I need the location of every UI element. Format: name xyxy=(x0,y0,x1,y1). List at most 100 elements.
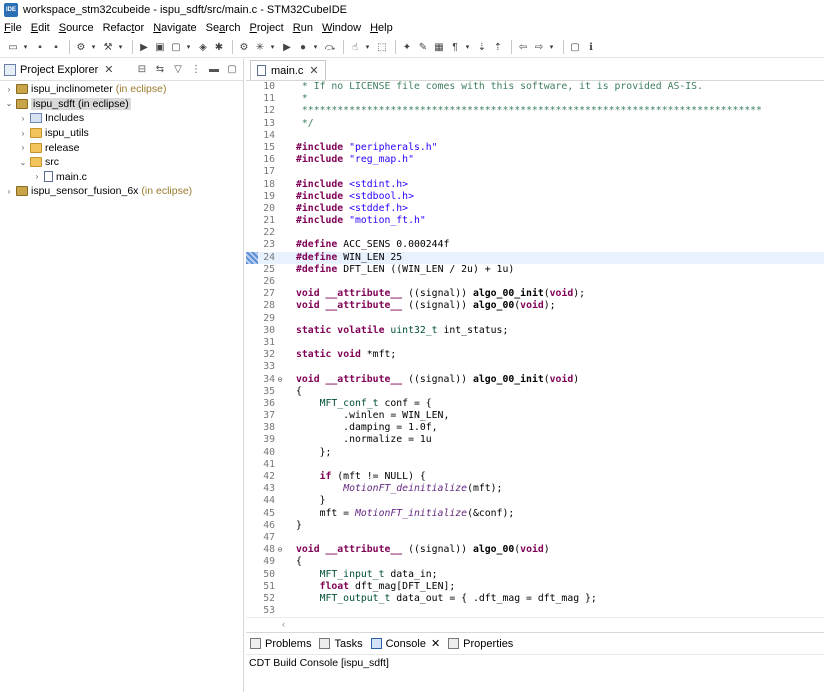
tree-item[interactable]: ⌄ ispu_sdft (in eclipse) xyxy=(0,97,243,112)
link-editor-icon[interactable]: ⇆ xyxy=(153,63,167,77)
dropdown-arrow-icon[interactable]: ▾ xyxy=(269,43,276,51)
fold-gutter xyxy=(276,556,284,568)
debug-icon[interactable]: ✳ xyxy=(253,40,267,54)
search-icon[interactable]: ☝ xyxy=(348,40,362,54)
code-token: (&conf); xyxy=(467,507,515,519)
menu-run[interactable]: Run xyxy=(293,22,313,34)
dropdown-arrow-icon[interactable]: ▾ xyxy=(90,43,97,51)
code-editor[interactable]: 10 * If no LICENSE file comes with this … xyxy=(246,81,824,617)
dropdown-arrow-icon[interactable]: ▾ xyxy=(22,43,29,51)
whitespace-icon[interactable]: ¶ xyxy=(448,40,462,54)
dropdown-arrow-icon[interactable]: ▾ xyxy=(117,43,124,51)
horizontal-scrollbar[interactable]: ‹ xyxy=(246,617,824,629)
block-select-icon[interactable]: ▦ xyxy=(432,40,446,54)
fold-gutter xyxy=(276,264,284,276)
collapsed-arrow-icon[interactable]: › xyxy=(4,85,14,94)
fold-gutter xyxy=(276,179,284,191)
annotation-prev-icon[interactable]: ⇡ xyxy=(491,40,505,54)
tab-console[interactable]: Console ✕ xyxy=(370,637,440,650)
menu-source[interactable]: Source xyxy=(59,22,94,34)
tree-item[interactable]: › Includes xyxy=(0,111,243,126)
build-settings-icon[interactable]: ⚙ xyxy=(74,40,88,54)
collapse-all-icon[interactable]: ⊟ xyxy=(135,63,149,77)
tree-item[interactable]: › ispu_sensor_fusion_6x (in eclipse) xyxy=(0,184,243,199)
project-explorer-tab[interactable]: Project Explorer xyxy=(20,64,98,76)
build-icon[interactable]: ⚒ xyxy=(101,40,115,54)
expanded-arrow-icon[interactable]: ⌄ xyxy=(4,99,14,108)
line-number: 50 xyxy=(263,568,275,580)
fold-toggle-icon[interactable]: ⊖ xyxy=(276,544,284,556)
back-icon[interactable]: ⇦ xyxy=(516,40,530,54)
annotation-next-icon[interactable]: ⇣ xyxy=(475,40,489,54)
view-menu-icon[interactable]: ⋮ xyxy=(189,63,203,77)
save-all-icon[interactable]: ▪ xyxy=(49,40,63,54)
close-icon[interactable]: ✕ xyxy=(309,64,318,77)
tree-item[interactable]: › main.c xyxy=(0,170,243,185)
menu-help[interactable]: Help xyxy=(370,22,393,34)
forward-icon[interactable]: ⇨ xyxy=(532,40,546,54)
tree-item[interactable]: ⌄ src xyxy=(0,155,243,170)
tree-item[interactable]: › ispu_inclinometer (in eclipse) xyxy=(0,82,243,97)
fold-gutter xyxy=(276,605,284,617)
menu-file[interactable]: File xyxy=(4,22,22,34)
new-folder-icon[interactable]: ▢ xyxy=(169,40,183,54)
menu-refactor[interactable]: Refactor xyxy=(103,22,145,34)
line-number: 24 xyxy=(263,251,275,263)
highlight-icon[interactable]: ✎ xyxy=(416,40,430,54)
expanded-arrow-icon[interactable]: ⌄ xyxy=(18,158,28,167)
debug-config-icon[interactable]: ▶ xyxy=(137,40,151,54)
code-text: mft = MotionFT_initialize(&conf); xyxy=(284,507,515,520)
code-token: conf = { xyxy=(378,397,432,409)
tab-properties[interactable]: Properties xyxy=(448,638,513,650)
menu-label-mnemonic: N xyxy=(153,22,162,34)
collapsed-arrow-icon[interactable]: › xyxy=(32,172,42,181)
scroll-left-icon[interactable]: ‹ xyxy=(282,619,285,629)
dropdown-arrow-icon[interactable]: ▾ xyxy=(548,43,555,51)
external-tools-icon[interactable]: ● xyxy=(296,40,310,54)
fold-toggle-icon[interactable]: ⊖ xyxy=(276,374,284,386)
collapsed-arrow-icon[interactable]: › xyxy=(18,129,28,138)
new-project-icon[interactable]: ▣ xyxy=(153,40,167,54)
close-icon[interactable]: ✕ xyxy=(104,63,113,76)
menu-label-post: or xyxy=(134,22,145,34)
dropdown-arrow-icon[interactable]: ▾ xyxy=(312,43,319,51)
collapsed-arrow-icon[interactable]: › xyxy=(4,187,14,196)
new-icon[interactable]: ▭ xyxy=(6,40,20,54)
code-token: data_in; xyxy=(384,568,438,580)
tab-problems[interactable]: Problems xyxy=(250,638,311,650)
title-bar: IDE workspace_stm32cubeide - ispu_sdft/s… xyxy=(0,0,824,20)
filter-icon[interactable]: ▽ xyxy=(171,63,185,77)
line-number: 16 xyxy=(263,154,275,166)
skip-icon[interactable]: ⤼ xyxy=(323,40,337,54)
run-icon[interactable]: ▶ xyxy=(280,40,294,54)
device-config-icon[interactable]: ✱ xyxy=(212,40,226,54)
close-icon[interactable]: ✕ xyxy=(431,637,440,650)
line-number: 18 xyxy=(263,178,275,190)
menu-project[interactable]: Project xyxy=(250,22,284,34)
new-window-icon[interactable]: ▢ xyxy=(568,40,582,54)
new-class-icon[interactable]: ◈ xyxy=(196,40,210,54)
tree-item[interactable]: › ispu_utils xyxy=(0,126,243,141)
tools-icon[interactable]: ⚙ xyxy=(237,40,251,54)
tab-tasks[interactable]: Tasks xyxy=(319,638,363,650)
maximize-icon[interactable]: ▢ xyxy=(225,63,239,77)
dropdown-arrow-icon[interactable]: ▾ xyxy=(185,43,192,51)
menu-window[interactable]: Window xyxy=(322,22,361,34)
gutter-marker xyxy=(246,325,258,337)
info-icon[interactable]: ℹ xyxy=(584,40,598,54)
save-icon[interactable]: ▪ xyxy=(33,40,47,54)
code-text: .damping = 1.0f, xyxy=(296,422,438,434)
menu-search[interactable]: Search xyxy=(206,22,241,34)
refactor-icon[interactable]: ⬚ xyxy=(375,40,389,54)
menu-navigate[interactable]: Navigate xyxy=(153,22,196,34)
collapsed-arrow-icon[interactable]: › xyxy=(18,114,28,123)
minimize-icon[interactable]: ▬ xyxy=(207,63,221,77)
editor-tab-main-c[interactable]: main.c ✕ xyxy=(250,60,326,80)
dropdown-arrow-icon[interactable]: ▾ xyxy=(464,43,471,51)
dropdown-arrow-icon[interactable]: ▾ xyxy=(364,43,371,51)
open-type-icon[interactable]: ✦ xyxy=(400,40,414,54)
tree-item[interactable]: › release xyxy=(0,140,243,155)
code-text: if (mft != NULL) { xyxy=(284,471,426,483)
menu-edit[interactable]: Edit xyxy=(31,22,50,34)
collapsed-arrow-icon[interactable]: › xyxy=(18,143,28,152)
